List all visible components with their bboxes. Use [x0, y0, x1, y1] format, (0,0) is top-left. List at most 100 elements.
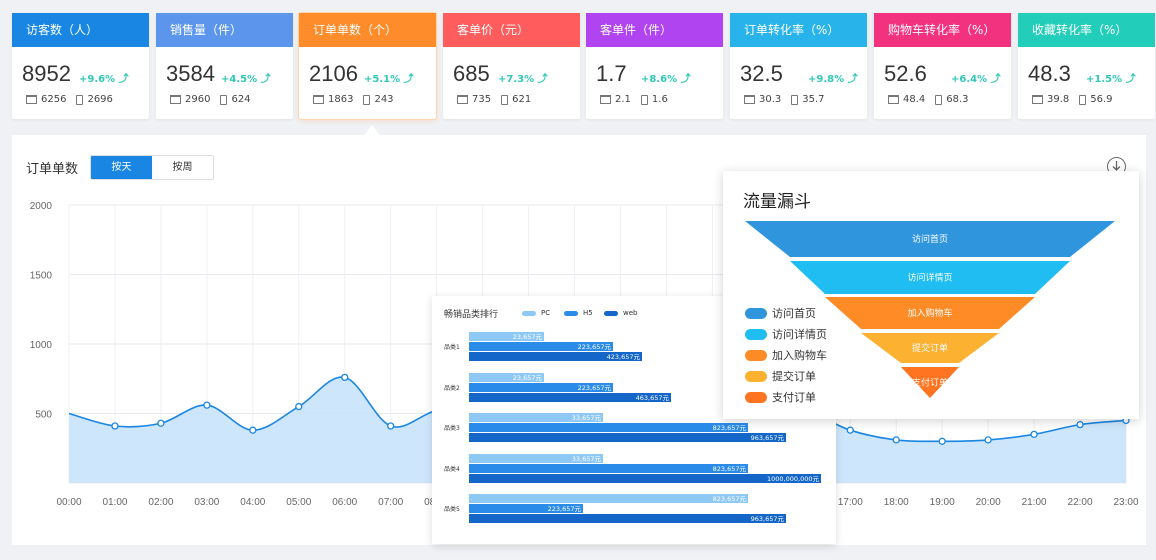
category-label: 品类2	[444, 384, 460, 392]
x-tick-label: 22:00	[1068, 497, 1093, 508]
data-point[interactable]	[387, 422, 395, 430]
kpi-pc-value: 48.4	[903, 94, 926, 105]
bar-value-label: 823,657元	[713, 424, 747, 432]
trend-up-icon: ⤴	[118, 74, 129, 85]
kpi-mobile-value: 624	[231, 94, 251, 105]
kpi-card[interactable]: 收藏转化率（%） 48.3 +1.5% ⤴ 39.8 56.9	[1018, 13, 1155, 119]
bar-h5[interactable]	[469, 423, 748, 432]
kpi-card[interactable]: 订单转化率（%） 32.5 +9.8% ⤴ 30.3 35.7	[730, 13, 867, 119]
trend-up-icon: ⤴	[847, 74, 858, 85]
kpi-breakdown: 735 621	[457, 94, 531, 105]
main-title: 订单单数	[26, 162, 79, 177]
pc-icon	[744, 95, 755, 104]
kpi-breakdown: 1863 243	[313, 94, 394, 105]
data-point[interactable]	[1076, 420, 1084, 429]
mobile-icon	[363, 94, 371, 105]
y-tick-label: 1000	[30, 340, 53, 351]
kpi-title: 购物车转化率（%）	[874, 13, 1011, 47]
data-point[interactable]	[341, 373, 349, 382]
kpi-value: 3584	[166, 61, 215, 86]
x-tick-label: 17:00	[838, 497, 863, 508]
bar-h5[interactable]	[469, 464, 748, 473]
category-label: 品类4	[444, 465, 460, 473]
kpi-change-label: +7.3%	[498, 74, 535, 85]
data-point[interactable]	[157, 419, 165, 427]
kpi-pc-value: 39.8	[1047, 94, 1070, 105]
kpi-title: 客单价（元）	[443, 13, 580, 47]
kpi-change: +6.4% ⤴	[951, 70, 1001, 85]
bar-value-label: 223,657元	[548, 505, 582, 513]
funnel-stage-label: 支付订单	[912, 377, 948, 389]
kpi-breakdown: 30.3 35.7	[744, 94, 825, 105]
kpi-card[interactable]: 客单件（件） 1.7 +8.6% ⤴ 2.1 1.6	[586, 13, 723, 119]
kpi-card[interactable]: 购物车转化率（%） 52.6 +6.4% ⤴ 48.4 68.3	[874, 13, 1011, 119]
kpi-mobile-value: 35.7	[802, 94, 825, 105]
kpi-card[interactable]: 订单单数（个） 2106 +5.1% ⤴ 1863 243	[299, 13, 436, 119]
kpi-mobile-value: 2696	[87, 94, 113, 105]
data-point[interactable]	[111, 422, 119, 430]
x-tick-label: 18:00	[884, 497, 909, 508]
kpi-change-label: +8.6%	[641, 74, 678, 85]
toggle-week-button[interactable]: 按周	[152, 156, 213, 179]
kpi-change: +5.1% ⤴	[364, 70, 414, 85]
kpi-change: +1.5% ⤴	[1086, 70, 1136, 85]
kpi-change: +9.6% ⤴	[79, 70, 129, 85]
bar-value-label: 823,657元	[713, 465, 747, 473]
funnel-stage-label: 访问详情页	[907, 272, 952, 284]
bar-value-label: 463,657元	[636, 394, 670, 402]
kpi-title: 订单转化率（%）	[730, 13, 867, 47]
trend-up-icon: ⤴	[680, 74, 691, 85]
kpi-breakdown: 48.4 68.3	[888, 94, 969, 105]
pc-icon	[457, 95, 468, 104]
data-point[interactable]	[892, 436, 900, 444]
kpi-card[interactable]: 访客数（人） 8952 +9.6% ⤴ 6256 2696	[12, 13, 149, 119]
kpi-value: 685	[453, 61, 490, 86]
funnel-stage-label: 加入购物车	[907, 307, 952, 319]
kpi-card[interactable]: 销售量（件） 3584 +4.5% ⤴ 2960 624	[156, 13, 293, 119]
kpi-title: 访客数（人）	[12, 13, 149, 47]
data-point[interactable]	[984, 436, 992, 444]
kpi-breakdown: 6256 2696	[26, 94, 113, 105]
data-point[interactable]	[938, 437, 946, 445]
bar-web[interactable]	[469, 514, 786, 523]
kpi-value: 2106	[309, 61, 358, 86]
bar-pc[interactable]	[469, 494, 748, 503]
bar-web[interactable]	[469, 433, 786, 442]
x-tick-label: 01:00	[102, 497, 127, 508]
mobile-icon	[501, 94, 509, 105]
data-point[interactable]	[295, 402, 303, 411]
bar-value-label: 223,657元	[578, 343, 612, 351]
data-point[interactable]	[846, 426, 854, 434]
kpi-pc-value: 2960	[185, 94, 211, 105]
x-tick-label: 07:00	[378, 497, 403, 508]
kpi-pc-value: 1863	[328, 94, 354, 105]
pc-icon	[888, 95, 899, 104]
y-tick-label: 2000	[30, 201, 53, 212]
x-tick-label: 19:00	[930, 497, 955, 508]
category-label: 品类3	[444, 424, 460, 432]
pc-icon	[600, 95, 611, 104]
active-card-pointer	[364, 125, 380, 135]
trend-up-icon: ⤴	[403, 74, 414, 85]
kpi-title: 订单单数（个）	[299, 13, 436, 47]
data-point[interactable]	[249, 426, 257, 434]
kpi-card[interactable]: 客单价（元） 685 +7.3% ⤴ 735 621	[443, 13, 580, 119]
kpi-pc-value: 6256	[41, 94, 67, 105]
bar-value-label: 33,657元	[572, 455, 602, 463]
toggle-day-button[interactable]: 按天	[91, 156, 152, 179]
bar-value-label: 823,657元	[713, 495, 747, 503]
kpi-change: +9.8% ⤴	[808, 70, 858, 85]
x-tick-label: 00:00	[56, 497, 81, 508]
x-tick-label: 06:00	[332, 497, 357, 508]
kpi-mobile-value: 1.6	[651, 94, 668, 105]
kpi-breakdown: 39.8 56.9	[1032, 94, 1113, 105]
kpi-change-label: +5.1%	[364, 74, 401, 85]
data-point[interactable]	[1030, 430, 1038, 439]
kpi-value: 32.5	[740, 61, 783, 86]
y-tick-label: 500	[35, 410, 52, 421]
data-point[interactable]	[203, 401, 211, 409]
kpi-change-label: +9.8%	[808, 74, 845, 85]
trend-up-icon: ⤴	[990, 74, 1001, 85]
x-tick-label: 20:00	[976, 497, 1001, 508]
mobile-icon	[220, 94, 228, 105]
